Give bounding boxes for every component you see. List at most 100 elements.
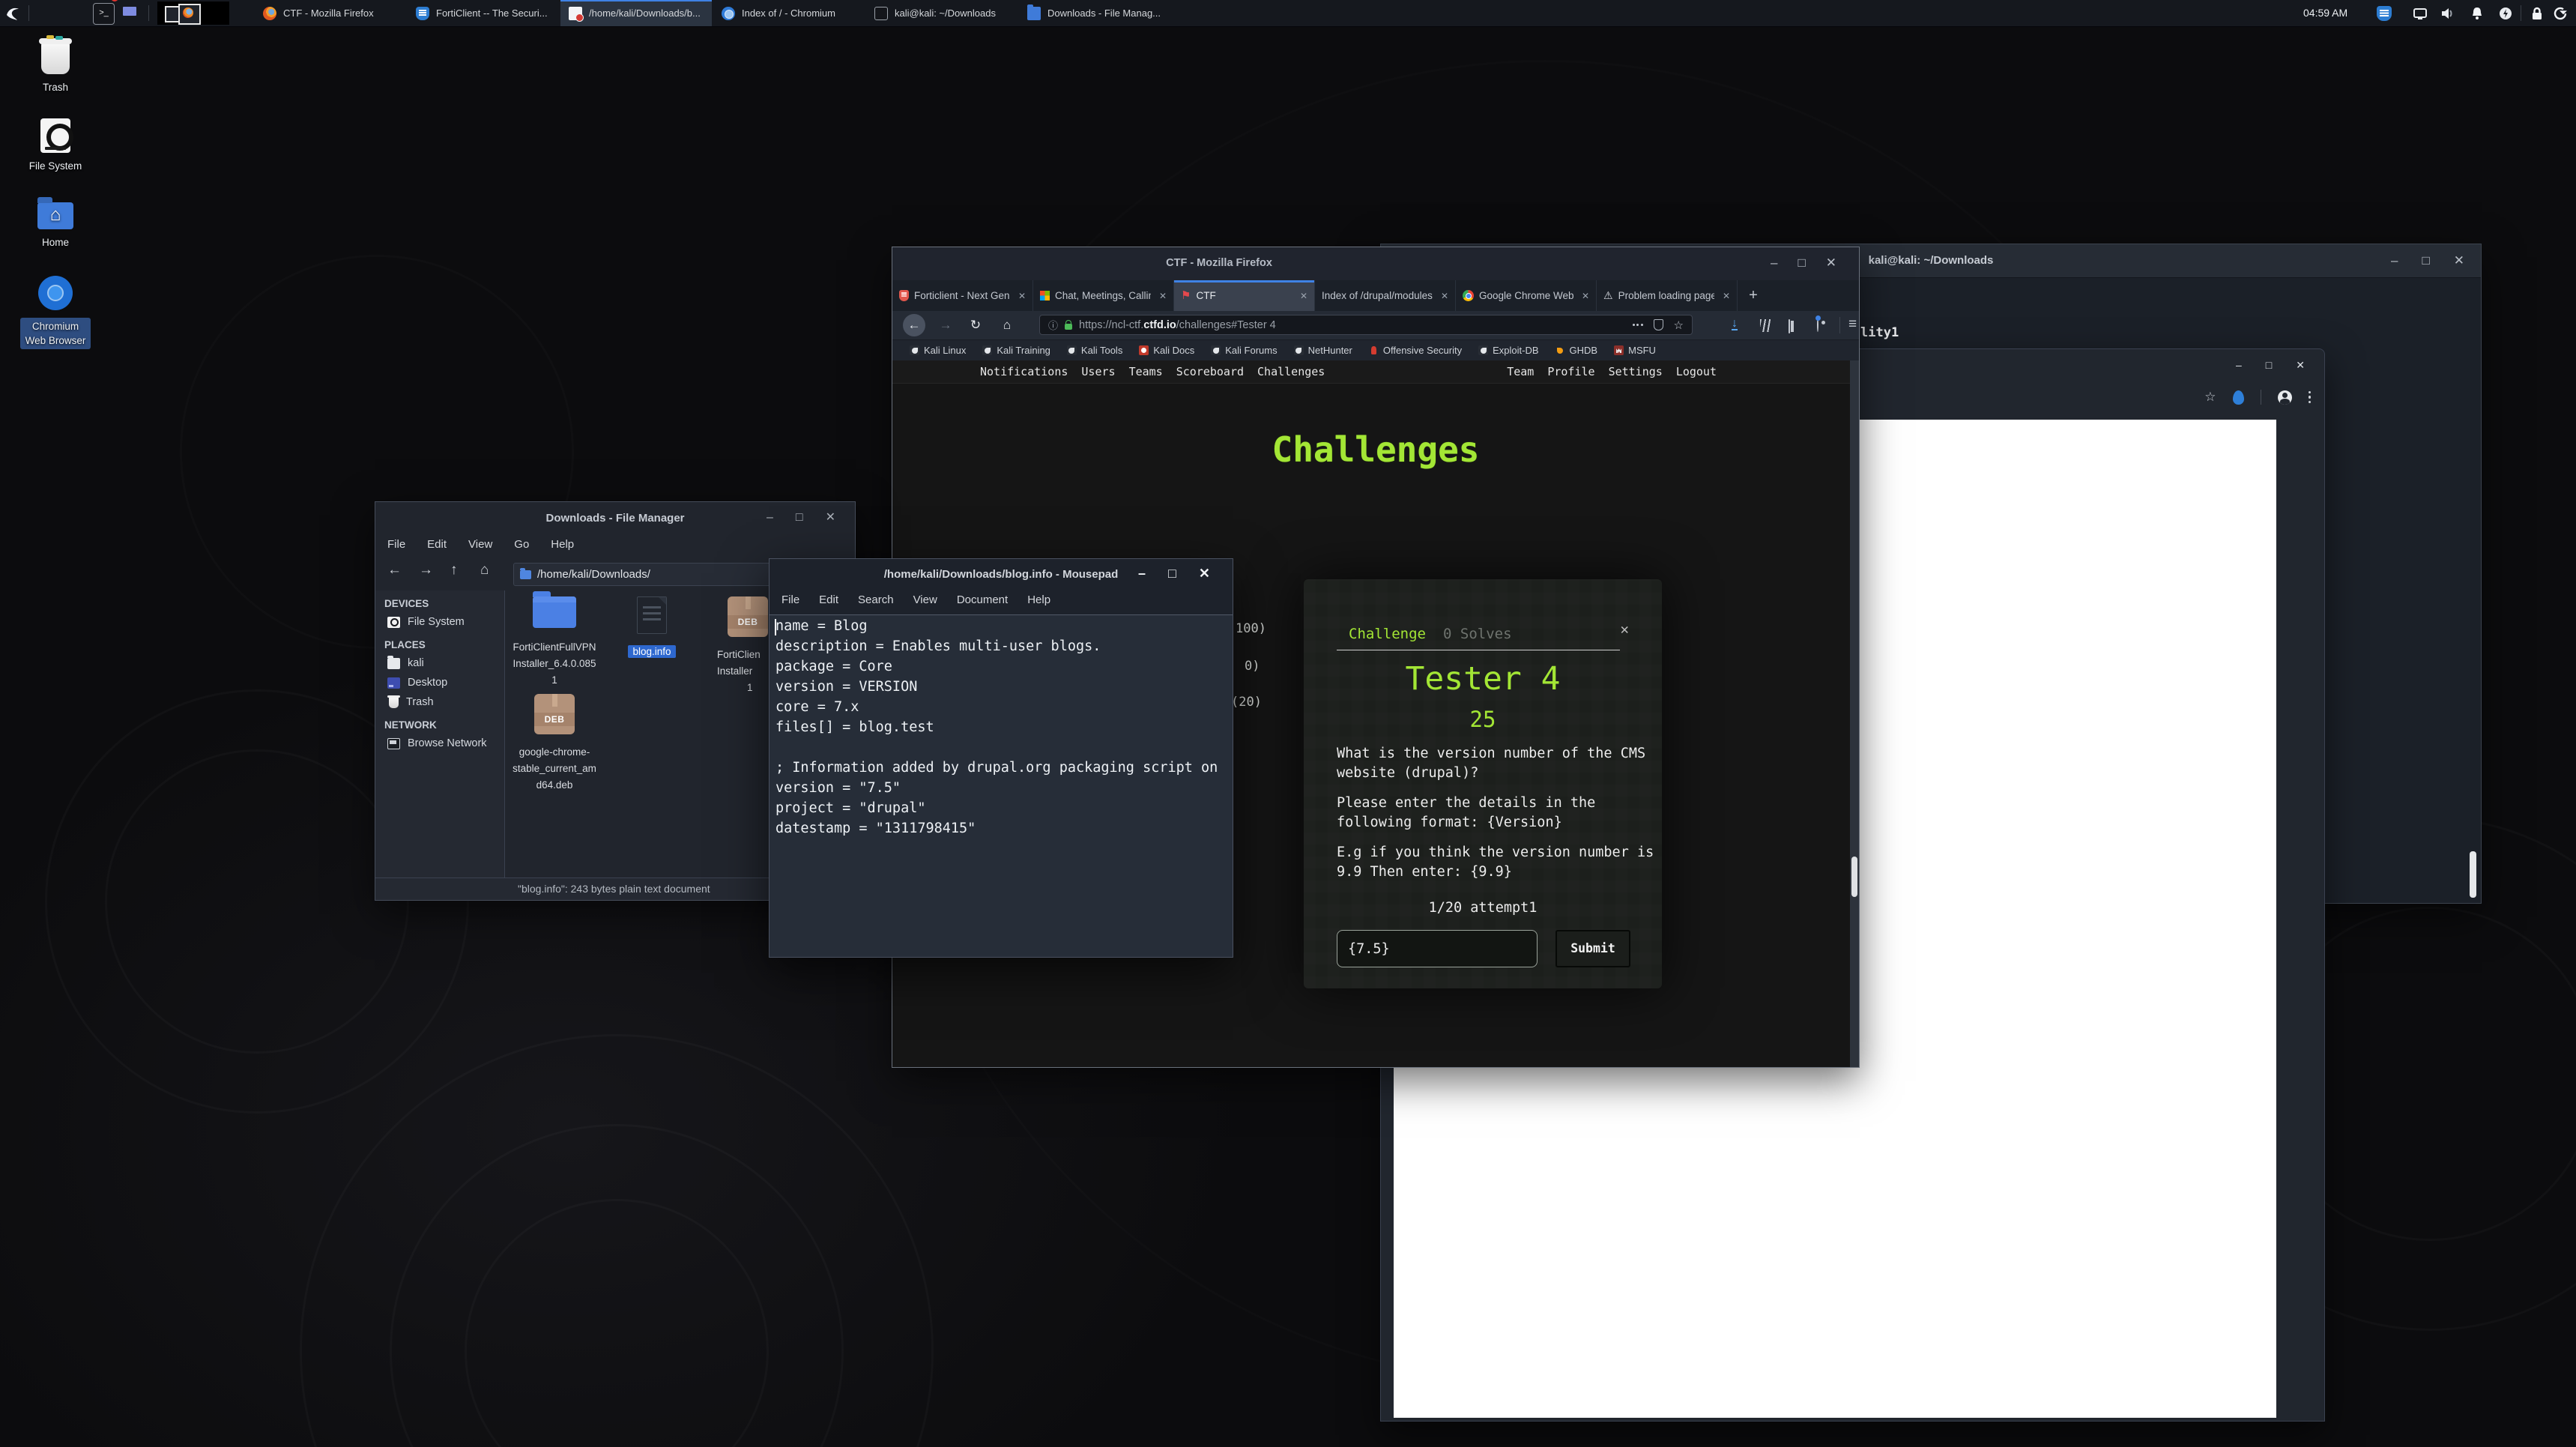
minimize-button[interactable]: – [2391, 254, 2398, 268]
maximize-button[interactable]: □ [1798, 256, 1805, 270]
maximize-button[interactable]: □ [2422, 254, 2429, 268]
menu-file[interactable]: File [781, 593, 799, 606]
profile-avatar-icon[interactable] [2278, 390, 2292, 405]
menu-document[interactable]: Document [957, 593, 1008, 606]
firefox-titlebar[interactable]: CTF - Mozilla Firefox – □ ✕ [892, 247, 1859, 280]
sidebar-item-browse-network[interactable]: Browse Network [375, 734, 504, 753]
tab-close-icon[interactable]: ✕ [1159, 291, 1167, 301]
tab-problem-loading[interactable]: ⚠ Problem loading page ✕ [1597, 280, 1738, 311]
sidebar-item-trash[interactable]: Trash [375, 692, 504, 712]
forward-button[interactable]: → [419, 562, 433, 579]
bookmark-kali-docs[interactable]: Kali Docs [1131, 345, 1203, 356]
tab-close-icon[interactable]: ✕ [1300, 291, 1307, 301]
nav-link-profile[interactable]: Profile [1547, 365, 1594, 378]
bookmark-offensive-security[interactable]: Offensive Security [1361, 345, 1470, 356]
bookmark-msfu[interactable]: MSFU [1606, 345, 1664, 356]
page-info-icon[interactable]: ⓘ [1048, 318, 1058, 332]
menu-view[interactable]: View [468, 538, 492, 551]
bookmark-kali-forums[interactable]: Kali Forums [1203, 345, 1285, 356]
nav-link-challenges[interactable]: Challenges [1257, 365, 1325, 378]
page-scrollbar-thumb[interactable] [1851, 857, 1857, 897]
forward-button[interactable]: → [934, 314, 957, 336]
tab-forticlient[interactable]: Forticlient - Next Gene ✕ [892, 280, 1033, 311]
menu-view[interactable]: View [913, 593, 937, 606]
menu-go[interactable]: Go [514, 538, 529, 551]
bookmark-nethunter[interactable]: NetHunter [1286, 345, 1361, 356]
menu-edit[interactable]: Edit [819, 593, 838, 606]
clock[interactable]: 04:59 AM [2303, 0, 2347, 26]
bookmark-kali-tools[interactable]: Kali Tools [1059, 345, 1131, 356]
drupal-drop-icon[interactable] [2233, 390, 2244, 405]
logout-icon[interactable] [2554, 6, 2569, 21]
account-icon[interactable] [1817, 318, 1818, 332]
nav-link-logout[interactable]: Logout [1676, 365, 1717, 378]
close-button[interactable]: ✕ [2454, 254, 2464, 268]
minimize-button[interactable]: – [767, 511, 773, 525]
tab-close-icon[interactable]: ✕ [1723, 291, 1730, 301]
maximize-button[interactable]: □ [2266, 358, 2272, 372]
tab-close-icon[interactable]: ✕ [1441, 291, 1448, 301]
tab-teams[interactable]: Chat, Meetings, Callin ✕ [1033, 280, 1174, 311]
back-button[interactable]: ← [387, 562, 402, 579]
bookmark-kali-training[interactable]: Kali Training [974, 345, 1059, 356]
bookmark-kali-linux[interactable]: Kali Linux [901, 345, 974, 356]
back-button[interactable]: ← [903, 314, 925, 336]
power-manager-icon[interactable] [2498, 6, 2513, 21]
menu-help[interactable]: Help [1027, 593, 1050, 606]
hamburger-menu-icon[interactable]: ≡ [1848, 316, 1857, 333]
tab-chrome-web[interactable]: Google Chrome Web B ✕ [1456, 280, 1597, 311]
volume-tray-icon[interactable] [2440, 6, 2455, 21]
sidebar-item-kali[interactable]: kali [375, 653, 504, 673]
page-scrollbar[interactable] [1850, 360, 1859, 1067]
menu-help[interactable]: Help [551, 538, 574, 551]
submit-button[interactable]: Submit [1555, 930, 1630, 967]
chrome-menu-icon[interactable] [2309, 391, 2312, 404]
sidebar-item-file-system[interactable]: File System [375, 612, 504, 632]
taskbar-item-firefox[interactable]: CTF - Mozilla Firefox [255, 0, 406, 26]
minimize-button[interactable]: – [2236, 358, 2242, 372]
terminal-scrollbar-thumb[interactable] [2470, 851, 2476, 898]
menu-edit[interactable]: Edit [427, 538, 447, 551]
display-tray-icon[interactable] [2413, 6, 2428, 21]
forticlient-tray-icon[interactable] [2377, 6, 2392, 21]
up-button[interactable]: ↑ [450, 562, 458, 579]
close-button[interactable]: ✕ [1826, 256, 1836, 270]
close-button[interactable]: ✕ [1199, 567, 1210, 580]
bookmark-star-icon[interactable]: ☆ [1674, 318, 1684, 332]
desktop-icon-trash[interactable]: Trash [18, 41, 93, 93]
text-editor-area[interactable]: name = Blog description = Enables multi-… [770, 614, 1233, 957]
url-bar[interactable]: ⓘ https://ncl-ctf.ctfd.io/challenges#Tes… [1039, 315, 1693, 335]
nav-link-settings[interactable]: Settings [1609, 365, 1663, 378]
tab-index-of-drupal[interactable]: Index of /drupal/modules/ ✕ [1315, 280, 1456, 311]
file-item-chrome-deb[interactable]: DEB google-chrome- stable_current_am d64… [507, 694, 602, 794]
library-icon[interactable] [1760, 319, 1771, 332]
workspace-switcher[interactable] [157, 1, 229, 25]
launcher-terminal[interactable]: >_ [93, 3, 115, 25]
minimize-button[interactable]: – [1138, 567, 1146, 580]
menu-search[interactable]: Search [858, 593, 894, 606]
close-button[interactable]: ✕ [826, 511, 835, 525]
desktop-icon-chromium[interactable]: Chromium Web Browser [18, 276, 93, 349]
lock-screen-icon[interactable] [2530, 6, 2545, 21]
tab-challenge[interactable]: Challenge [1349, 626, 1426, 642]
modal-close-icon[interactable]: ✕ [1621, 621, 1629, 638]
home-button[interactable]: ⌂ [996, 314, 1018, 336]
desktop-icon-home[interactable]: Home [18, 196, 93, 248]
tracking-protection-icon[interactable] [1654, 319, 1663, 330]
file-item-blog-info[interactable]: blog.info [605, 596, 699, 660]
taskbar-item-chromium[interactable]: Index of / - Chromium [713, 0, 865, 26]
home-button[interactable]: ⌂ [480, 562, 489, 579]
page-actions-icon[interactable] [1633, 324, 1643, 326]
downloads-icon[interactable]: ↓ [1732, 318, 1738, 330]
maximize-button[interactable]: □ [1168, 567, 1176, 580]
taskbar-item-mousepad-active[interactable]: /home/kali/Downloads/b... [560, 0, 712, 26]
reload-button[interactable]: ↻ [964, 314, 987, 336]
nav-link-scoreboard[interactable]: Scoreboard [1176, 365, 1244, 378]
menu-file[interactable]: File [387, 538, 405, 551]
tab-ctf-active[interactable]: ⚑ CTF ✕ [1174, 280, 1315, 311]
tab-solves[interactable]: 0 Solves [1443, 626, 1512, 642]
sidebar-item-desktop[interactable]: Desktop [375, 673, 504, 692]
bookmark-star-icon[interactable]: ☆ [2204, 390, 2216, 405]
flag-input[interactable] [1337, 930, 1538, 967]
nav-link-notifications[interactable]: Notifications [980, 365, 1068, 378]
